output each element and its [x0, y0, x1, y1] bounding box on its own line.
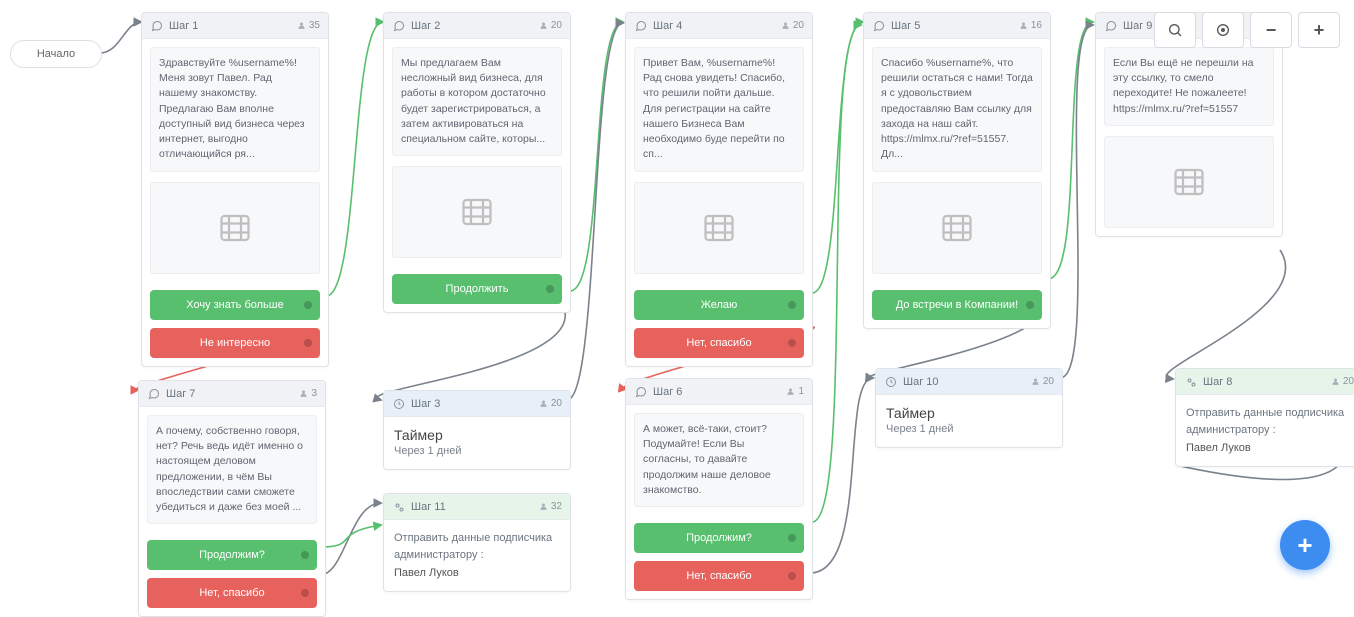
- media-placeholder: [634, 182, 804, 274]
- option-button-continue[interactable]: Продолжить: [392, 274, 562, 304]
- start-node[interactable]: Начало: [10, 40, 102, 68]
- chat-icon: [147, 387, 160, 400]
- plus-icon: +: [1297, 530, 1312, 561]
- search-button[interactable]: [1154, 12, 1196, 48]
- clock-icon: [392, 397, 405, 410]
- step-header: Шаг 8 20: [1176, 369, 1354, 395]
- toolbar: − +: [1154, 12, 1340, 48]
- minus-icon: −: [1266, 20, 1277, 41]
- user-icon: [297, 21, 306, 30]
- option-button-no-thanks[interactable]: Нет, спасибо: [634, 328, 804, 358]
- option-button-want[interactable]: Желаю: [634, 290, 804, 320]
- timer-label: Таймер: [384, 417, 570, 445]
- option-button-continue[interactable]: Продолжим?: [634, 523, 804, 553]
- message-text: А почему, собственно говоря, нет? Речь в…: [147, 415, 317, 524]
- clock-icon: [884, 375, 897, 388]
- admin-name: Павел Луков: [1176, 442, 1354, 466]
- step-8[interactable]: Шаг 8 20 Отправить данные подписчика адм…: [1175, 368, 1354, 467]
- timer-label: Таймер: [876, 395, 1062, 423]
- step-header: Шаг 4 20: [626, 13, 812, 39]
- chat-icon: [634, 19, 647, 32]
- gears-icon: [1184, 375, 1197, 388]
- message-text: Мы предлагаем Вам несложный вид бизнеса,…: [392, 47, 562, 156]
- chat-icon: [1104, 19, 1117, 32]
- media-placeholder: [392, 166, 562, 258]
- step-header: Шаг 1 35: [142, 13, 328, 39]
- step-6[interactable]: Шаг 6 1 А может, всё-таки, стоит? Подума…: [625, 378, 813, 600]
- center-button[interactable]: [1202, 12, 1244, 48]
- step-header: Шаг 7 3: [139, 381, 325, 407]
- message-text: Если Вы ещё не перешли на эту ссылку, то…: [1104, 47, 1274, 126]
- step-4[interactable]: Шаг 4 20 Привет Вам, %username%! Рад сно…: [625, 12, 813, 367]
- plus-icon: +: [1314, 20, 1325, 41]
- search-icon: [1167, 22, 1183, 38]
- option-button-see-you[interactable]: До встречи в Компании!: [872, 290, 1042, 320]
- step-header: Шаг 11 32: [384, 494, 570, 520]
- admin-text: Отправить данные подписчика администрато…: [384, 520, 570, 567]
- message-text: А может, всё-таки, стоит? Подумайте! Есл…: [634, 413, 804, 507]
- zoom-in-button[interactable]: +: [1298, 12, 1340, 48]
- step-header: Шаг 10 20: [876, 369, 1062, 395]
- step-header: Шаг 6 1: [626, 379, 812, 405]
- target-icon: [1215, 22, 1231, 38]
- gears-icon: [392, 500, 405, 513]
- media-placeholder: [150, 182, 320, 274]
- chat-icon: [392, 19, 405, 32]
- message-text: Привет Вам, %username%! Рад снова увидет…: [634, 47, 804, 172]
- message-text: Здравствуйте %username%! Меня зовут Паве…: [150, 47, 320, 172]
- chat-icon: [150, 19, 163, 32]
- step-3[interactable]: Шаг 3 20 Таймер Через 1 дней: [383, 390, 571, 470]
- timer-value: Через 1 дней: [876, 423, 1062, 447]
- message-text: Спасибо %username%, что решили остаться …: [872, 47, 1042, 172]
- film-icon: [217, 210, 253, 246]
- option-button-know-more[interactable]: Хочу знать больше: [150, 290, 320, 320]
- zoom-out-button[interactable]: −: [1250, 12, 1292, 48]
- add-step-fab[interactable]: +: [1280, 520, 1330, 570]
- step-2[interactable]: Шаг 2 20 Мы предлагаем Вам несложный вид…: [383, 12, 571, 313]
- step-11[interactable]: Шаг 11 32 Отправить данные подписчика ад…: [383, 493, 571, 592]
- chat-icon: [634, 385, 647, 398]
- timer-value: Через 1 дней: [384, 445, 570, 469]
- option-button-continue[interactable]: Продолжим?: [147, 540, 317, 570]
- option-button-no-thanks[interactable]: Нет, спасибо: [147, 578, 317, 608]
- option-button-no-thanks[interactable]: Нет, спасибо: [634, 561, 804, 591]
- step-7[interactable]: Шаг 7 3 А почему, собственно говоря, нет…: [138, 380, 326, 617]
- step-header: Шаг 5 16: [864, 13, 1050, 39]
- admin-name: Павел Луков: [384, 567, 570, 591]
- admin-text: Отправить данные подписчика администрато…: [1176, 395, 1354, 442]
- step-5[interactable]: Шаг 5 16 Спасибо %username%, что решили …: [863, 12, 1051, 329]
- step-header: Шаг 3 20: [384, 391, 570, 417]
- media-placeholder: [1104, 136, 1274, 228]
- option-button-not-interested[interactable]: Не интересно: [150, 328, 320, 358]
- step-10[interactable]: Шаг 10 20 Таймер Через 1 дней: [875, 368, 1063, 448]
- chat-icon: [872, 19, 885, 32]
- step-header: Шаг 2 20: [384, 13, 570, 39]
- media-placeholder: [872, 182, 1042, 274]
- step-1[interactable]: Шаг 1 35 Здравствуйте %username%! Меня з…: [141, 12, 329, 367]
